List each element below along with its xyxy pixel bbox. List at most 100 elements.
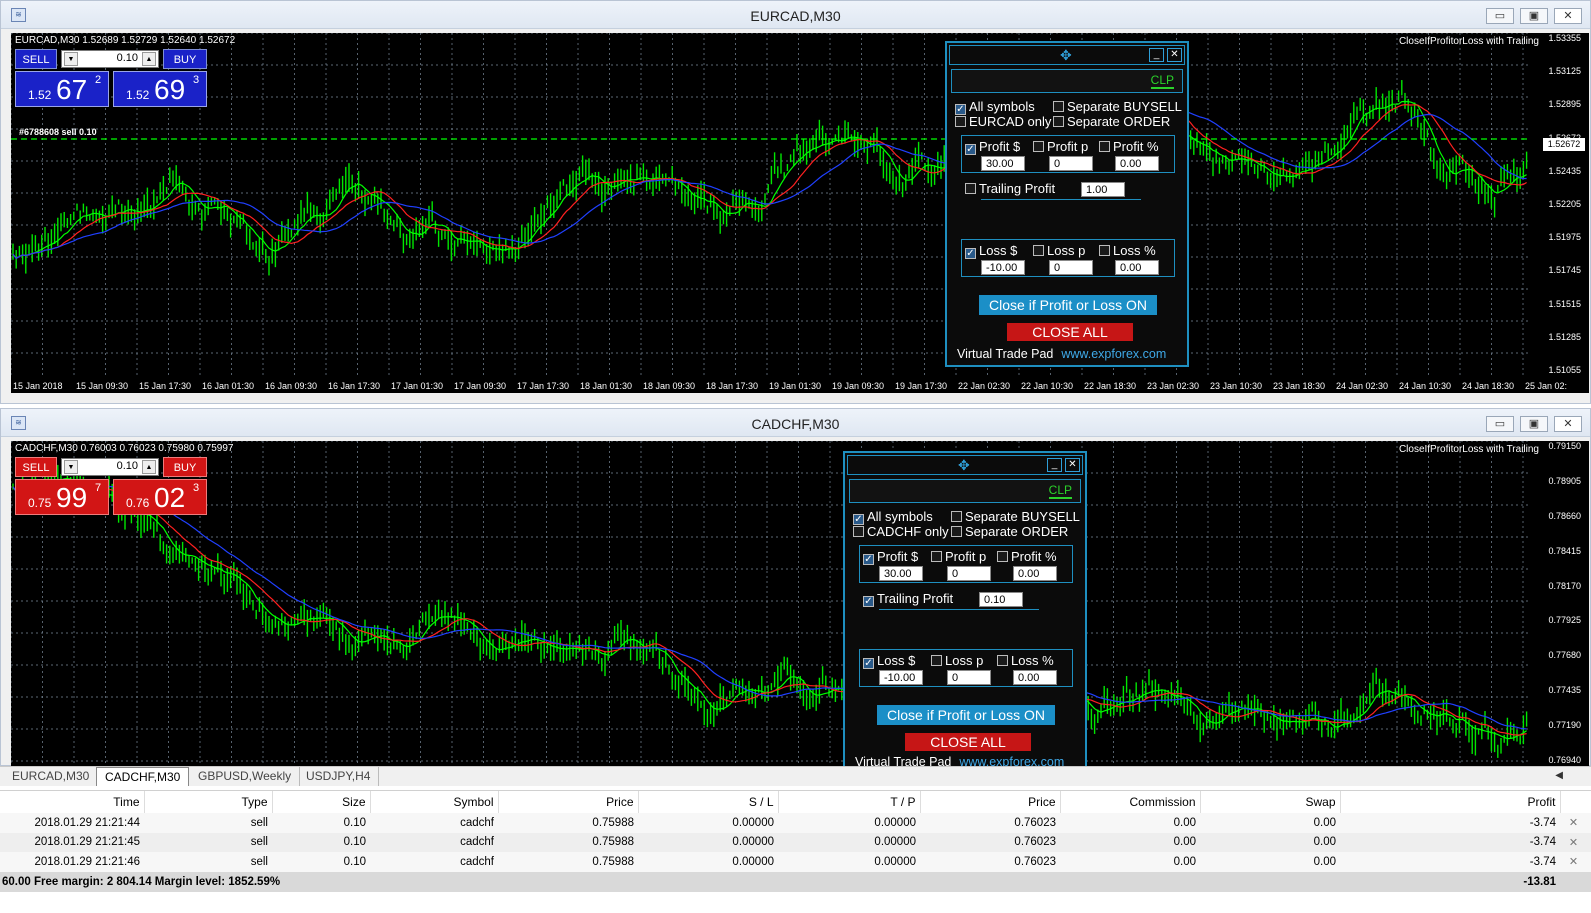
profit-points-checkbox[interactable]: Profit p	[931, 549, 986, 564]
close-order-icon[interactable]: ✕	[1560, 833, 1591, 853]
minimize-button[interactable]: ▭	[1486, 8, 1514, 24]
symbol-only-checkbox[interactable]: CADCHF only	[853, 524, 949, 539]
price-chart[interactable]: CADCHF,M30 0.76003 0.76023 0.75980 0.759…	[11, 441, 1589, 767]
trailing-profit-input[interactable]: 1.00	[1081, 182, 1125, 197]
close-button[interactable]: ✕	[1554, 416, 1582, 432]
close-button[interactable]: ✕	[1554, 8, 1582, 24]
lot-size-field[interactable]: ▼ 0.10 ▲	[61, 458, 159, 476]
maximize-button[interactable]: ▣	[1520, 416, 1548, 432]
panel-minimize-icon[interactable]: _	[1047, 458, 1062, 472]
window-titlebar[interactable]: ≋ CADCHF,M30 ▭ ▣ ✕	[1, 409, 1590, 437]
lot-increase-icon[interactable]: ▲	[142, 460, 156, 474]
column-time[interactable]: Time	[0, 791, 145, 813]
column-sl[interactable]: S / L	[638, 791, 779, 813]
separate-order-checkbox[interactable]: Separate ORDER	[951, 524, 1068, 539]
lot-decrease-icon[interactable]: ▼	[64, 52, 78, 66]
separate-order-checkbox[interactable]: Separate ORDER	[1053, 114, 1170, 129]
buy-price-box[interactable]: 0.76 02 3	[113, 479, 207, 515]
sell-button[interactable]: SELL	[15, 457, 57, 477]
maximize-button[interactable]: ▣	[1520, 8, 1548, 24]
loss-usd-input[interactable]: -10.00	[879, 670, 923, 685]
close-all-button[interactable]: CLOSE ALL	[1007, 323, 1133, 341]
buy-price-box[interactable]: 1.52 69 3	[113, 71, 207, 107]
profit-points-input[interactable]: 0	[1049, 156, 1093, 171]
profit-points-checkbox[interactable]: Profit p	[1033, 139, 1088, 154]
close-all-button[interactable]: CLOSE ALL	[905, 733, 1031, 751]
loss-usd-checkbox[interactable]: ✓ Loss $	[863, 653, 915, 669]
lot-increase-icon[interactable]: ▲	[142, 52, 156, 66]
move-icon[interactable]: ✥	[958, 457, 970, 474]
tab-clp[interactable]: CLP	[1150, 73, 1174, 89]
column-open-price[interactable]: Price	[498, 791, 639, 813]
separate-buysell-checkbox[interactable]: Separate BUYSELL	[951, 509, 1080, 524]
column-size[interactable]: Size	[272, 791, 371, 813]
profit-percent-input[interactable]: 0.00	[1013, 566, 1057, 581]
profit-percent-input[interactable]: 0.00	[1115, 156, 1159, 171]
close-order-icon[interactable]: ✕	[1560, 813, 1591, 833]
close-if-profit-or-loss-button[interactable]: Close if Profit or Loss ON	[877, 705, 1055, 725]
tab-scroll-left-icon[interactable]: ◀	[1555, 770, 1563, 781]
column-swap[interactable]: Swap	[1200, 791, 1341, 813]
profit-points-input[interactable]: 0	[947, 566, 991, 581]
column-current-price[interactable]: Price	[920, 791, 1061, 813]
sell-button[interactable]: SELL	[15, 49, 57, 69]
order-line-label[interactable]: #6788608 sell 0.10	[19, 127, 97, 137]
tab-gbpusd[interactable]: GBPUSD,Weekly	[190, 767, 301, 786]
column-profit[interactable]: Profit	[1340, 791, 1561, 813]
profit-usd-input[interactable]: 30.00	[879, 566, 923, 581]
column-tp[interactable]: T / P	[778, 791, 921, 813]
trailing-profit-checkbox[interactable]: ✓ Trailing Profit	[863, 591, 953, 607]
clp-panel-header[interactable]: ✥ _ ✕	[949, 45, 1185, 65]
sell-price-box[interactable]: 1.52 67 2	[15, 71, 109, 107]
profit-usd-checkbox[interactable]: ✓ Profit $	[965, 139, 1020, 155]
panel-minimize-icon[interactable]: _	[1149, 48, 1164, 62]
buy-button[interactable]: BUY	[163, 457, 207, 477]
lot-size-field[interactable]: ▼ 0.10 ▲	[61, 50, 159, 68]
trailing-profit-checkbox[interactable]: Trailing Profit	[965, 181, 1055, 196]
tab-usdjpy[interactable]: USDJPY,H4	[298, 767, 380, 786]
tab-cadchf[interactable]: CADCHF,M30	[96, 767, 190, 786]
trailing-profit-input[interactable]: 0.10	[979, 592, 1023, 607]
loss-percent-checkbox[interactable]: Loss %	[1099, 243, 1156, 258]
window-titlebar[interactable]: ≋ EURCAD,M30 ▭ ▣ ✕	[1, 1, 1590, 29]
profit-percent-checkbox[interactable]: Profit %	[997, 549, 1057, 564]
loss-percent-input[interactable]: 0.00	[1115, 260, 1159, 275]
loss-usd-checkbox[interactable]: ✓ Loss $	[965, 243, 1017, 259]
website-link[interactable]: www.expforex.com	[1061, 347, 1166, 361]
column-commission[interactable]: Commission	[1060, 791, 1201, 813]
loss-points-input[interactable]: 0	[947, 670, 991, 685]
close-if-profit-or-loss-button[interactable]: Close if Profit or Loss ON	[979, 295, 1157, 315]
panel-close-icon[interactable]: ✕	[1065, 458, 1080, 472]
loss-points-input[interactable]: 0	[1049, 260, 1093, 275]
lot-size-value[interactable]: 0.10	[80, 52, 138, 64]
loss-usd-input[interactable]: -10.00	[981, 260, 1025, 275]
tab-eurcad[interactable]: EURCAD,M30	[4, 767, 99, 786]
table-row[interactable]: 2018.01.29 21:21:46 sell 0.10 cadchf 0.7…	[0, 852, 1591, 872]
profit-usd-checkbox[interactable]: ✓ Profit $	[863, 549, 918, 565]
buy-button[interactable]: BUY	[163, 49, 207, 69]
all-symbols-checkbox[interactable]: ✓ All symbols	[853, 509, 933, 525]
column-symbol[interactable]: Symbol	[370, 791, 499, 813]
all-symbols-checkbox[interactable]: ✓ All symbols	[955, 99, 1035, 115]
symbol-only-checkbox[interactable]: EURCAD only	[955, 114, 1051, 129]
clp-panel-header[interactable]: ✥ _ ✕	[847, 455, 1083, 475]
price-chart[interactable]: EURCAD,M30 1.52689 1.52729 1.52640 1.526…	[11, 33, 1589, 393]
minimize-button[interactable]: ▭	[1486, 416, 1514, 432]
lot-size-value[interactable]: 0.10	[80, 460, 138, 472]
close-order-icon[interactable]: ✕	[1560, 852, 1591, 872]
move-icon[interactable]: ✥	[1060, 47, 1072, 64]
tab-clp[interactable]: CLP	[1048, 483, 1072, 499]
panel-close-icon[interactable]: ✕	[1167, 48, 1182, 62]
table-row[interactable]: 2018.01.29 21:21:45 sell 0.10 cadchf 0.7…	[0, 832, 1591, 853]
sell-price-box[interactable]: 0.75 99 7	[15, 479, 109, 515]
profit-percent-checkbox[interactable]: Profit %	[1099, 139, 1159, 154]
profit-usd-input[interactable]: 30.00	[981, 156, 1025, 171]
loss-percent-checkbox[interactable]: Loss %	[997, 653, 1054, 668]
separate-buysell-checkbox[interactable]: Separate BUYSELL	[1053, 99, 1182, 114]
loss-points-checkbox[interactable]: Loss p	[1033, 243, 1085, 258]
loss-points-checkbox[interactable]: Loss p	[931, 653, 983, 668]
lot-decrease-icon[interactable]: ▼	[64, 460, 78, 474]
loss-percent-input[interactable]: 0.00	[1013, 670, 1057, 685]
column-type[interactable]: Type	[144, 791, 273, 813]
table-row[interactable]: 2018.01.29 21:21:44 sell 0.10 cadchf 0.7…	[0, 813, 1591, 833]
